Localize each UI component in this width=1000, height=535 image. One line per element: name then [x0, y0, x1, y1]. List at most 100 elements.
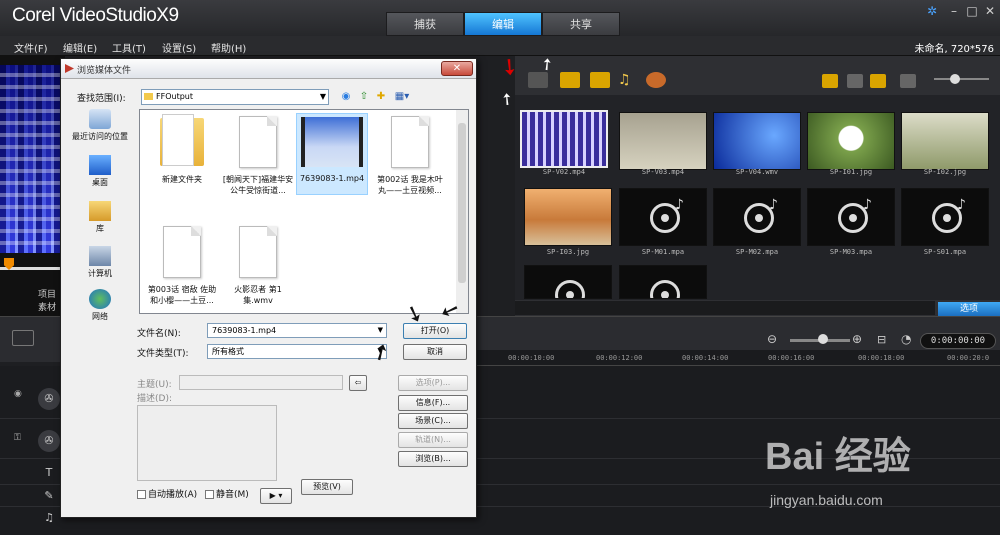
scene-button[interactable]: 场景(C)... — [398, 413, 468, 429]
autoplay-checkbox[interactable]: 自动播放(A) — [137, 487, 197, 500]
filetype-label: 文件类型(T): — [137, 349, 189, 359]
menu-tools[interactable]: 工具(T) — [112, 40, 146, 55]
library-item-image[interactable] — [901, 112, 989, 170]
file-item-folder[interactable]: 新建文件夹 — [146, 114, 218, 185]
file-list[interactable]: 新建文件夹 [朝闻天下]福建华安 公牛受惊街道... 7639083-1.mp4… — [139, 109, 469, 314]
storyboard-view-icon[interactable] — [12, 330, 34, 346]
menu-help[interactable]: 帮助(H) — [211, 40, 246, 55]
options-button[interactable]: 选项 — [938, 302, 1000, 316]
library-item-caption: SP-M03.mpa — [829, 248, 873, 256]
zoom-in-icon[interactable]: ⊕ — [852, 332, 862, 346]
timecode-display[interactable]: 0:00:00:00 — [920, 333, 996, 349]
library-item-video[interactable] — [520, 110, 608, 168]
track-button[interactable]: 轨道(N)... — [398, 432, 468, 448]
place-label: 桌面 — [92, 178, 108, 187]
close-icon[interactable]: ✕ — [982, 4, 998, 18]
zoom-knob[interactable] — [818, 334, 828, 344]
file-item[interactable]: 第003话 宿敌 佐助和小樱——土豆... — [146, 226, 218, 306]
library-item-caption: SP-V04.wmv — [735, 168, 779, 176]
maximize-icon[interactable]: □ — [964, 4, 980, 18]
ruler-tick: 00:00:16:00 — [768, 354, 815, 362]
tab-share[interactable]: 共享 — [542, 12, 620, 36]
zoom-out-icon[interactable]: ⊖ — [767, 332, 777, 346]
filename-input[interactable]: 7639083-1.mp4 ▼ — [207, 323, 387, 338]
thumb-size-knob[interactable] — [950, 74, 960, 84]
file-item[interactable]: [朝闻天下]福建华安 公牛受惊街道... — [222, 116, 294, 196]
options-button[interactable]: 选项(P)... — [398, 375, 468, 391]
back-icon[interactable]: ◉ — [339, 90, 353, 104]
view-menu-icon[interactable]: ▦▾ — [392, 90, 412, 104]
info-button[interactable]: 信息(F)... — [398, 395, 468, 411]
place-network[interactable]: 网络 — [65, 289, 135, 322]
list-view-icon[interactable] — [822, 74, 838, 88]
library-item-audio[interactable] — [524, 265, 612, 299]
overlay-track-icon[interactable]: ✇ — [38, 430, 60, 452]
folder-icon — [144, 93, 153, 100]
watermark-logo: Bai 经验 — [765, 436, 911, 478]
mute-checkbox[interactable]: 静音(M) — [205, 487, 249, 500]
photo-filter-icon[interactable] — [590, 72, 610, 88]
music-track-icon[interactable]: ♫ — [38, 507, 60, 529]
track-lock-icon[interactable]: ⚿ — [14, 433, 21, 443]
place-libraries[interactable]: 库 — [65, 201, 135, 234]
look-in-select[interactable]: FFOutput ▼ — [141, 89, 329, 105]
cancel-button[interactable]: 取消 — [403, 344, 467, 360]
chevron-down-icon: ▼ — [319, 92, 326, 101]
clip-label[interactable]: 素材 — [38, 300, 56, 313]
desktop-icon — [89, 155, 111, 175]
thumb-size-slider[interactable] — [934, 78, 989, 80]
settings-icon[interactable]: ✲ — [924, 4, 940, 18]
minimize-icon[interactable]: – — [946, 4, 962, 18]
file-item-selected[interactable]: 7639083-1.mp4 — [296, 113, 368, 195]
look-in-label: 查找范围(I): — [77, 94, 126, 104]
detail-view-icon[interactable] — [847, 74, 863, 88]
video-track-icon[interactable]: ✇ — [38, 388, 60, 410]
apply-arrow-icon[interactable]: ⇦ — [349, 375, 367, 391]
effects-icon[interactable] — [646, 72, 666, 88]
library-item-caption: SP-I01.jpg — [829, 168, 873, 176]
file-name: 新建文件夹 — [162, 175, 202, 184]
thumbnail-view-icon[interactable] — [870, 74, 886, 88]
fit-project-icon[interactable]: ⊟ — [877, 333, 886, 346]
menu-settings[interactable]: 设置(S) — [162, 40, 196, 55]
preview-button[interactable]: 预览(V) — [301, 479, 353, 495]
library-item-caption: SP-M01.mpa — [641, 248, 685, 256]
library-item-video[interactable] — [713, 112, 801, 170]
menu-edit[interactable]: 编辑(E) — [63, 40, 97, 55]
title-track-icon[interactable]: T — [38, 462, 60, 484]
file-item[interactable]: 第002话 我是木叶丸——土豆视频... — [374, 116, 446, 196]
mute-label: 静音(M) — [216, 490, 249, 500]
dialog-titlebar: 浏览媒体文件 — [61, 59, 476, 79]
place-label: 网络 — [92, 312, 108, 321]
library-item-audio[interactable]: ♪ — [901, 188, 989, 246]
menu-file[interactable]: 文件(F) — [14, 40, 48, 55]
library-item-audio[interactable] — [619, 265, 707, 299]
browse-button[interactable]: 浏览(B)... — [398, 451, 468, 467]
sort-icon[interactable] — [900, 74, 916, 88]
filetype-select[interactable]: 所有格式 ▼ — [207, 344, 387, 359]
place-recent[interactable]: 最近访问的位置 — [65, 109, 135, 142]
voice-track-icon[interactable]: ✎ — [38, 485, 60, 507]
up-folder-icon[interactable]: ⇧ — [357, 90, 371, 104]
track-visibility-icon[interactable]: ◉ — [14, 389, 22, 399]
place-label: 最近访问的位置 — [72, 132, 128, 141]
dialog-close-button[interactable]: ✕ — [441, 61, 473, 76]
video-filter-icon[interactable] — [560, 72, 580, 88]
library-item-image[interactable] — [524, 188, 612, 246]
tab-capture[interactable]: 捕获 — [386, 12, 464, 36]
library-item-video[interactable] — [619, 112, 707, 170]
file-item[interactable]: 火影忍者 第1集.wmv — [222, 226, 294, 306]
place-computer[interactable]: 计算机 — [65, 246, 135, 279]
file-list-scroll-thumb[interactable] — [458, 123, 466, 283]
library-item-audio[interactable]: ♪ — [807, 188, 895, 246]
new-folder-icon[interactable]: ✚ — [374, 90, 388, 104]
library-item-audio[interactable]: ♪ — [713, 188, 801, 246]
place-desktop[interactable]: 桌面 — [65, 155, 135, 188]
library-scrollbar[interactable] — [515, 301, 935, 315]
library-item-image[interactable] — [807, 112, 895, 170]
play-dropdown-button[interactable]: ▶ ▾ — [260, 488, 292, 504]
audio-filter-icon[interactable]: ♫ — [618, 72, 638, 88]
project-label[interactable]: 项目 — [38, 287, 56, 300]
tab-edit[interactable]: 编辑 — [464, 12, 542, 36]
library-item-audio[interactable]: ♪ — [619, 188, 707, 246]
